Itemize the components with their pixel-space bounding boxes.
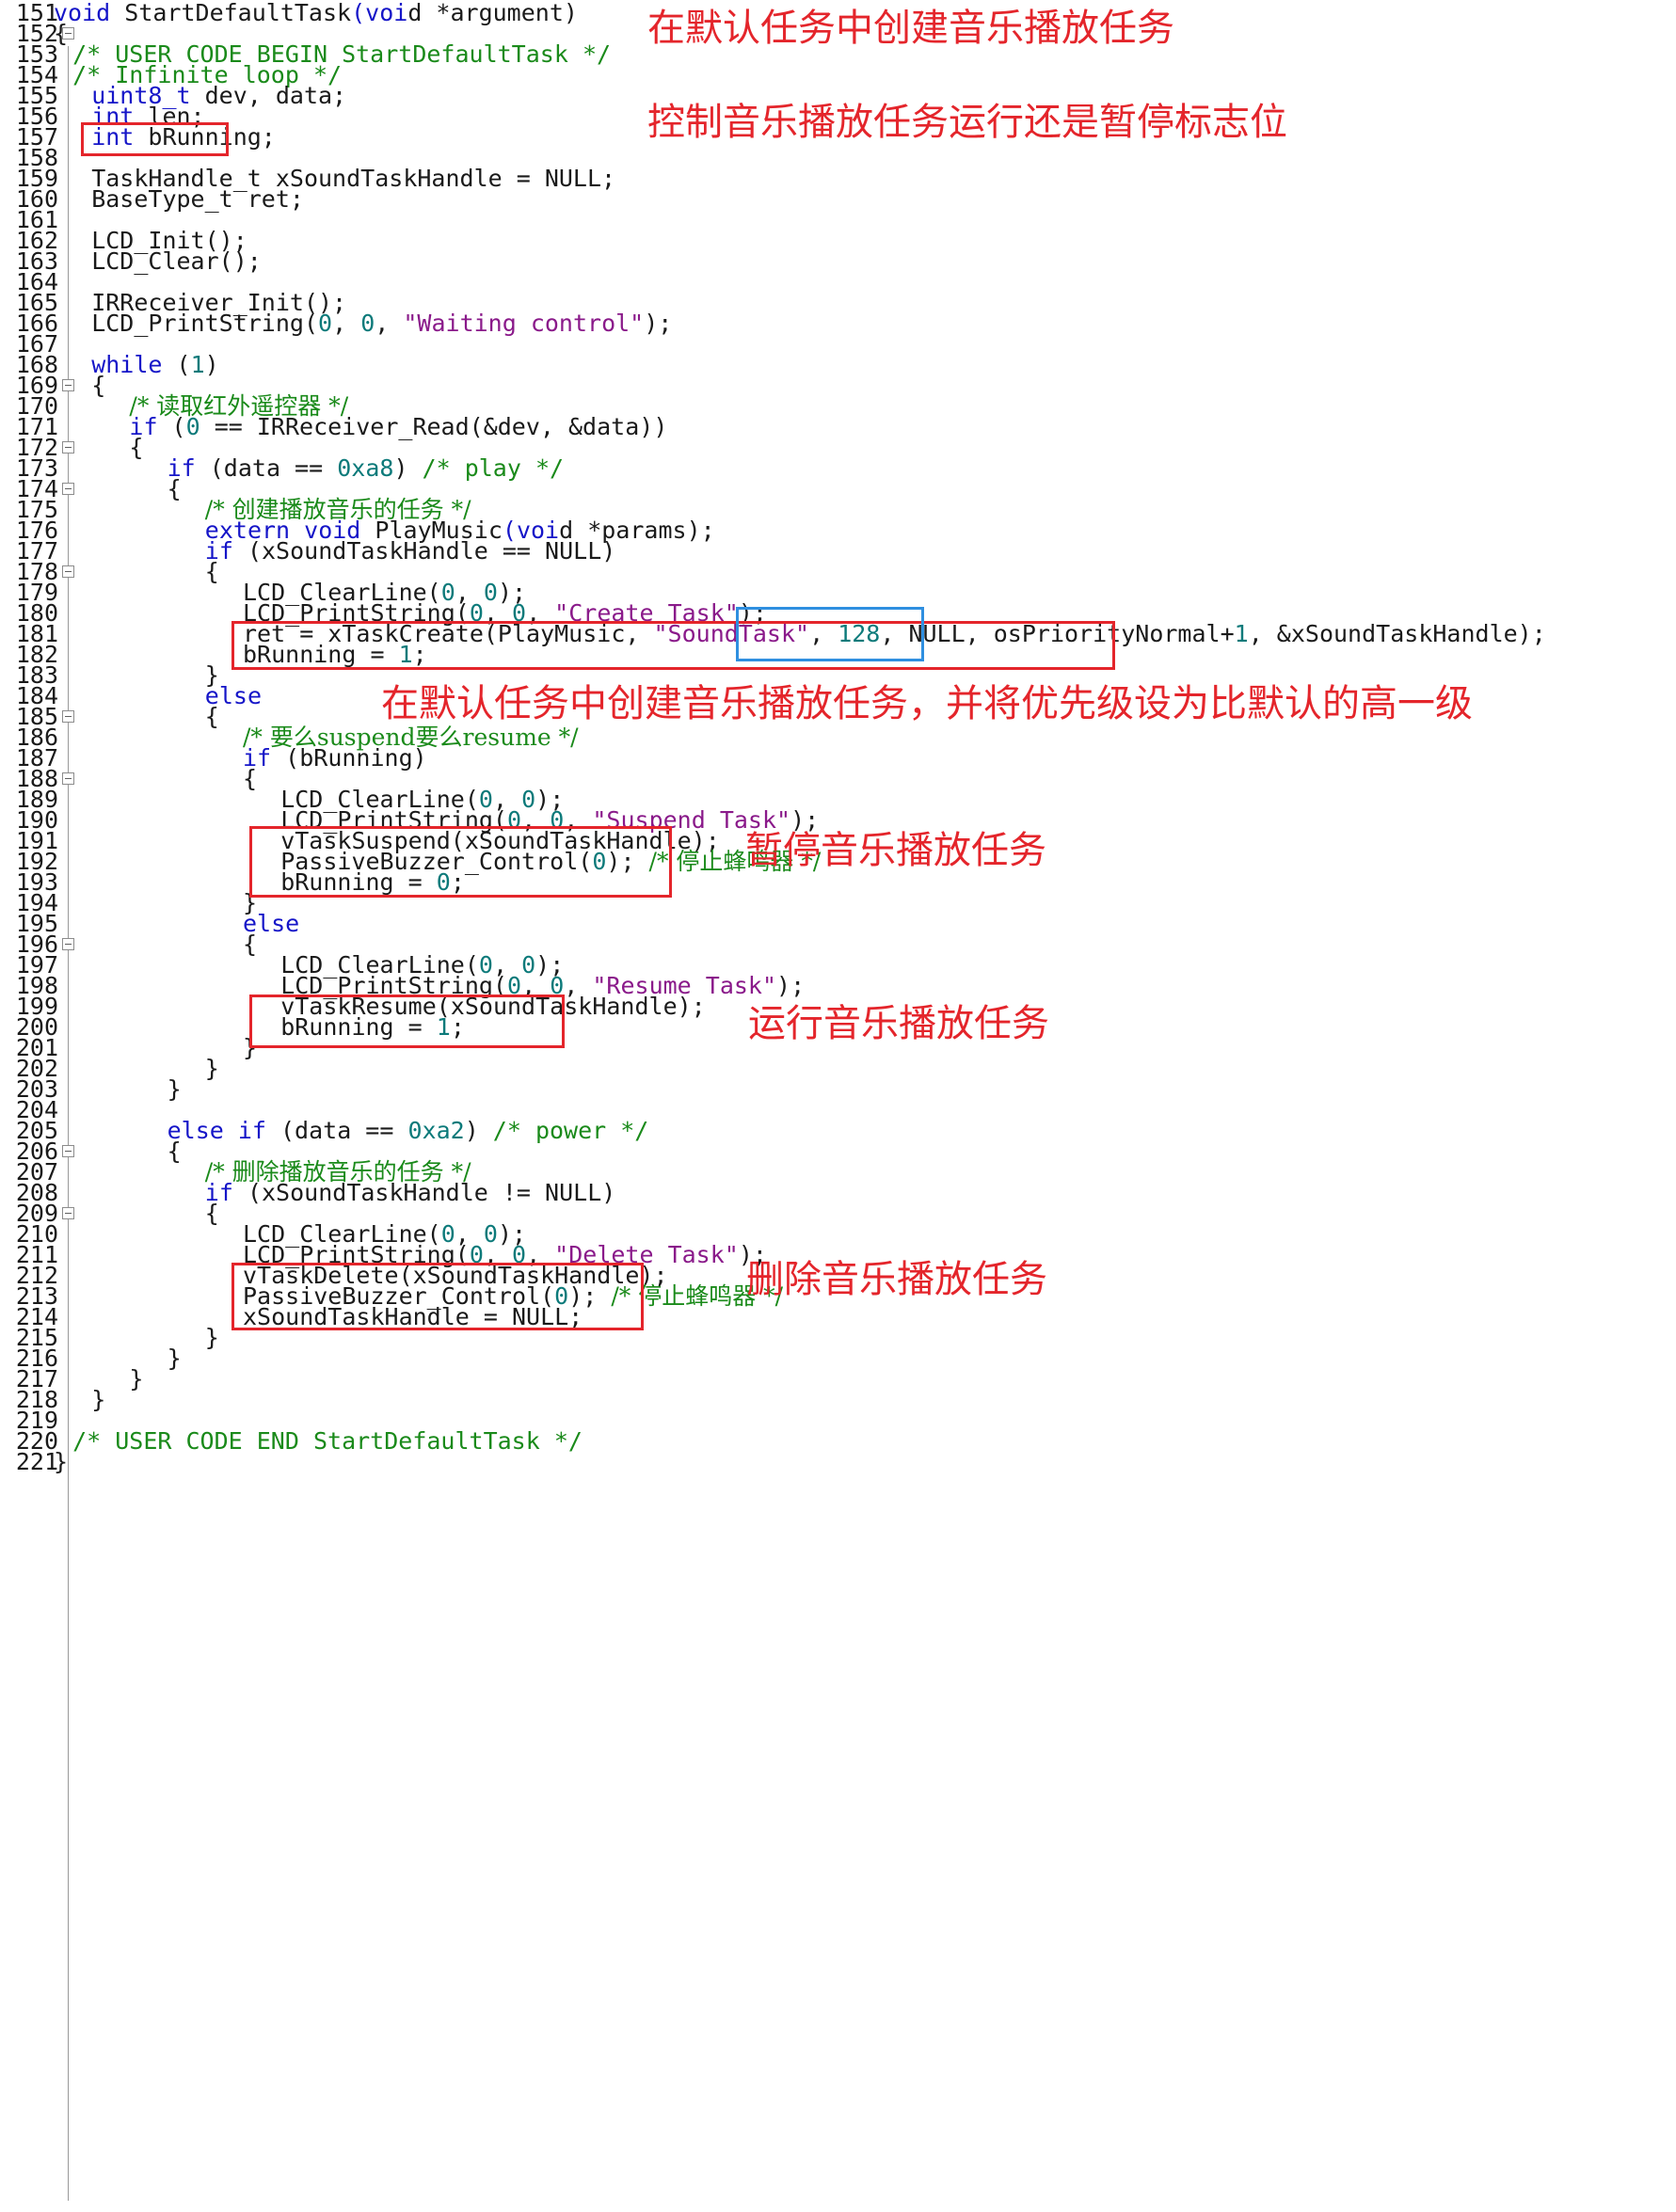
annotation-run-flag: 控制音乐播放任务运行还是暂停标志位 — [647, 101, 1287, 144]
line-number: 221 — [15, 1448, 58, 1475]
code-text: } — [54, 1448, 69, 1475]
highlight-box-resume — [249, 995, 565, 1048]
highlight-box-suspend — [249, 826, 672, 898]
code-editor[interactable]: 151 void StartDefaultTask(void *argument)… — [0, 0, 1676, 2212]
annotation-create-task: 在默认任务中创建音乐播放任务 — [647, 7, 1174, 50]
highlight-box-create-task — [231, 621, 1115, 670]
highlight-box-delete — [231, 1263, 644, 1330]
code-line: 221} — [0, 1446, 1676, 1477]
annotation-delete: 删除音乐播放任务 — [746, 1258, 1047, 1301]
highlight-box-priority — [736, 607, 924, 661]
annotation-resume: 运行音乐播放任务 — [748, 1002, 1049, 1045]
annotation-create-priority: 在默认任务中创建音乐播放任务，并将优先级设为比默认的高一级 — [381, 682, 1473, 725]
annotation-suspend: 暂停音乐播放任务 — [745, 829, 1046, 872]
highlight-box-brunning — [81, 122, 229, 156]
